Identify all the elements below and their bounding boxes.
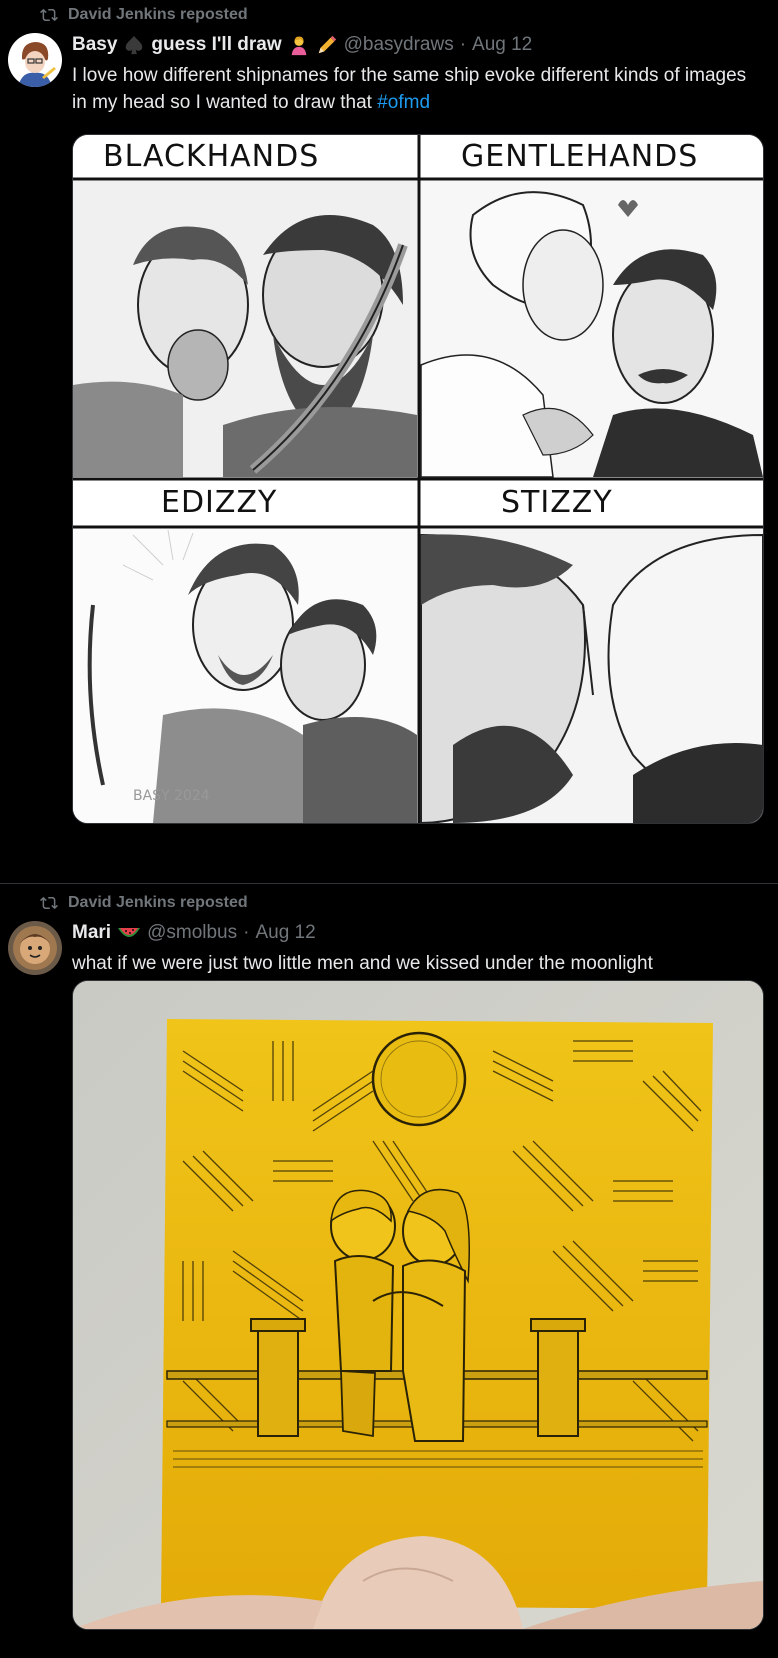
repost-label: David Jenkins reposted	[68, 894, 248, 911]
repost-icon	[40, 896, 58, 910]
tweet-header: Basy guess I'll draw @basydraws · Aug 12	[72, 34, 532, 56]
separator-dot: ·	[243, 922, 250, 943]
repost-label: David Jenkins reposted	[68, 6, 248, 23]
panel-title-blackhands: BLACKHANDS	[103, 139, 320, 174]
pencil-icon	[318, 35, 336, 54]
tweet-text: I love how different shipnames for the s…	[72, 62, 762, 116]
spade-icon	[126, 35, 143, 55]
signature: BASY 2024	[133, 788, 210, 804]
repost-indicator[interactable]: David Jenkins reposted	[40, 6, 248, 24]
panel-title-edizzy: EDIZZY	[161, 485, 278, 520]
display-name[interactable]: Basy	[72, 34, 117, 56]
comic-artwork: BASY 2024	[73, 135, 763, 823]
avatar[interactable]	[8, 921, 62, 975]
avatar[interactable]	[8, 33, 62, 87]
comic-image[interactable]: BASY 2024 BLACKHANDS GENTLEHANDS EDIZZY …	[72, 134, 764, 824]
post-date[interactable]: Aug 12	[255, 922, 315, 944]
repost-indicator[interactable]: David Jenkins reposted	[40, 894, 248, 912]
name-suffix[interactable]: guess I'll draw	[151, 34, 281, 56]
handle[interactable]: @smolbus	[147, 922, 237, 944]
tweet-header: Mari @smolbus · Aug 12	[72, 922, 316, 944]
postit-photo[interactable]	[72, 980, 764, 1630]
panel-title-stizzy: STIZZY	[501, 485, 613, 520]
person-tipping-hand-icon	[291, 36, 306, 56]
repost-icon	[40, 8, 58, 22]
tweet-basy[interactable]: David Jenkins reposted Basy guess I'll d…	[0, 0, 778, 868]
post-date[interactable]: Aug 12	[472, 34, 532, 56]
watermelon-icon	[118, 928, 141, 937]
postit-artwork	[73, 981, 763, 1629]
handle[interactable]: @basydraws	[344, 34, 454, 56]
display-name[interactable]: Mari	[72, 922, 111, 944]
hashtag-link[interactable]: #ofmd	[377, 92, 430, 113]
tweet-mari[interactable]: David Jenkins reposted Mari @smolbus · A…	[0, 868, 778, 1658]
separator-dot: ·	[459, 34, 467, 55]
tweet-text: what if we were just two little men and …	[72, 953, 653, 974]
panel-title-gentlehands: GENTLEHANDS	[461, 139, 699, 174]
